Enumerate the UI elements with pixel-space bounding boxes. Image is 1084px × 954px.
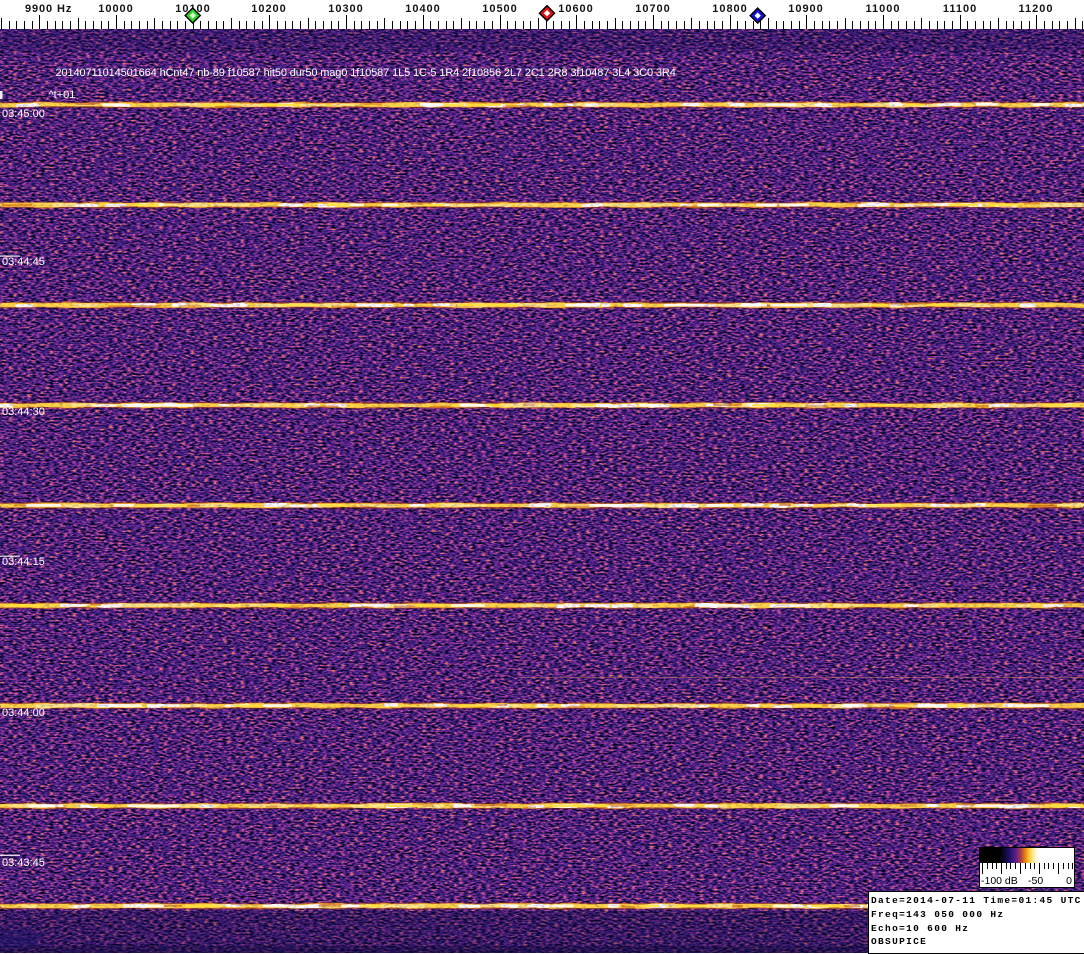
svg-text:10800: 10800 — [712, 3, 748, 15]
svg-text:10600: 10600 — [558, 3, 594, 15]
svg-text:11100: 11100 — [943, 3, 977, 15]
svg-text:10700: 10700 — [635, 3, 671, 15]
svg-text:9900 Hz: 9900 Hz — [25, 3, 72, 15]
svg-text:10300: 10300 — [328, 3, 364, 15]
svg-text:10900: 10900 — [788, 3, 824, 15]
svg-text:10400: 10400 — [405, 3, 441, 15]
svg-text:10200: 10200 — [251, 3, 287, 15]
svg-text:11200: 11200 — [1019, 3, 1054, 15]
svg-text:10500: 10500 — [482, 3, 518, 15]
svg-text:11000: 11000 — [866, 3, 901, 15]
svg-text:10000: 10000 — [98, 3, 134, 15]
